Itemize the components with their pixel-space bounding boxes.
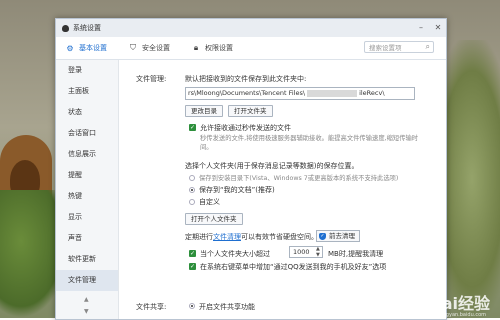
sidebar-item-hotkeys[interactable]: 热键	[56, 186, 118, 207]
settings-content: 文件管理: 默认把接收到的文件保存到此文件夹中: rs\Mloong\Docum…	[118, 60, 446, 319]
cleanup-hint: 定期进行文件清理可以有效节省硬盘空间。	[185, 232, 318, 242]
size-reminder-label: 当个人文件夹大小超过	[200, 250, 270, 258]
search-icon[interactable]: ⌕	[426, 42, 430, 52]
redacted-path-segment	[307, 89, 358, 97]
settings-window: 系统设置 – ✕ ⚙ 基本设置 ⛉ 安全设置 🔒︎ 权限设置 搜索设置项 ⌕ 登…	[55, 18, 447, 320]
cleanup-suffix: 可以有效节省硬盘空间。	[241, 233, 318, 241]
custom-location-radio[interactable]	[189, 199, 195, 205]
shield-icon: ✓	[319, 232, 326, 240]
gear-icon: ⚙	[66, 43, 74, 53]
sidebar-item-file-management[interactable]: 文件管理	[56, 270, 118, 291]
sidebar-item-reminders[interactable]: 提醒	[56, 165, 118, 186]
save-path-field[interactable]: rs\Mloong\Documents\Tencent Files\ ileRec…	[185, 87, 415, 100]
sidebar-item-update[interactable]: 软件更新	[56, 249, 118, 270]
tab-label: 权限设置	[205, 44, 233, 52]
sidebar-item-chat-window[interactable]: 会话窗口	[56, 123, 118, 144]
go-cleanup-button[interactable]: ✓ 前去清理	[316, 230, 360, 242]
sidebar: 登录 主面板 状态 会话窗口 信息展示 提醒 热键 显示 声音 软件更新 文件管…	[56, 60, 119, 319]
watermark-url: jingyan.baidu.com	[439, 312, 486, 318]
allow-flash-label: 允许接收通过秒传发送的文件	[200, 124, 291, 132]
qq-logo-icon	[62, 24, 69, 32]
sidebar-item-login[interactable]: 登录	[56, 60, 118, 81]
sidebar-item-sound[interactable]: 声音	[56, 228, 118, 249]
save-path-right: ileRecv\	[359, 89, 385, 97]
enable-file-share-radio[interactable]	[189, 303, 195, 309]
tab-label: 安全设置	[142, 44, 170, 52]
close-icon[interactable]: ✕	[434, 22, 442, 33]
watermark: Bai经验	[429, 294, 490, 313]
sidebar-item-status[interactable]: 状态	[56, 102, 118, 123]
tab-bar: ⚙ 基本设置 ⛉ 安全设置 🔒︎ 权限设置 搜索设置项 ⌕	[56, 37, 446, 60]
enable-file-share-label: 开启文件共享功能	[199, 303, 255, 311]
sidebar-item-info-display[interactable]: 信息展示	[56, 144, 118, 165]
flash-description: 秒传发送的文件,将使用极速服务器辅助接收。能提高文件传输速度,缩短传输时间。	[200, 135, 419, 151]
save-to-documents-radio[interactable]	[189, 187, 195, 193]
context-menu-label: 在系统右键菜单中增加“通过QQ发送到我的手机及好友”选项	[200, 263, 387, 271]
save-to-documents-label: 保存到“我的文档”(推荐)	[199, 186, 275, 194]
tab-label: 基本设置	[79, 44, 107, 52]
size-reminder-unit-label: MB时,提醒我清理	[328, 250, 384, 258]
tab-security-settings[interactable]: ⛉ 安全设置	[129, 43, 170, 53]
cleanup-prefix: 定期进行	[185, 233, 213, 241]
tab-basic-settings[interactable]: ⚙ 基本设置	[66, 43, 107, 53]
lock-icon: 🔒︎	[193, 43, 199, 52]
context-menu-checkbox[interactable]: ✓	[189, 263, 196, 270]
allow-flash-checkbox[interactable]: ✓	[189, 124, 196, 131]
file-share-section-label: 文件共享:	[136, 303, 167, 311]
save-path-left: rs\Mloong\Documents\Tencent Files\	[188, 89, 306, 97]
default-save-label: 默认把接收到的文件保存到此文件夹中:	[185, 75, 307, 83]
minimize-icon[interactable]: –	[417, 22, 425, 33]
custom-location-label: 自定义	[199, 198, 220, 206]
size-reminder-checkbox[interactable]: ✓	[189, 250, 196, 257]
tab-permission-settings[interactable]: 🔒︎ 权限设置	[192, 43, 233, 53]
personal-folder-label: 选择个人文件夹(用于保存消息记录等数据)的保存位置。	[185, 162, 359, 170]
go-cleanup-label: 前去清理	[329, 232, 355, 240]
file-management-section-label: 文件管理:	[136, 75, 167, 83]
sidebar-item-main-panel[interactable]: 主面板	[56, 81, 118, 102]
scroll-up-icon[interactable]: ▲	[84, 296, 89, 303]
open-folder-button[interactable]: 打开文件夹	[228, 105, 273, 117]
change-directory-button[interactable]: 更改目录	[185, 105, 223, 117]
title-bar[interactable]: 系统设置 – ✕	[56, 19, 446, 37]
search-placeholder: 搜索设置项	[369, 44, 402, 52]
save-to-install-label: 保存到安装目录下(Vista、Windows 7或更高版本的系统不支持此选项)	[199, 175, 399, 182]
sidebar-item-display[interactable]: 显示	[56, 207, 118, 228]
scroll-down-icon[interactable]: ▼	[84, 308, 89, 315]
search-input[interactable]: 搜索设置项 ⌕	[364, 41, 434, 53]
shield-icon: ⛉	[130, 43, 136, 52]
cleanup-link[interactable]: 文件清理	[213, 233, 241, 241]
window-title: 系统设置	[73, 24, 101, 32]
save-to-install-radio[interactable]	[189, 175, 195, 181]
open-personal-folder-button[interactable]: 打开个人文件夹	[185, 213, 243, 225]
stepper-down-icon[interactable]: ▼	[316, 253, 320, 258]
